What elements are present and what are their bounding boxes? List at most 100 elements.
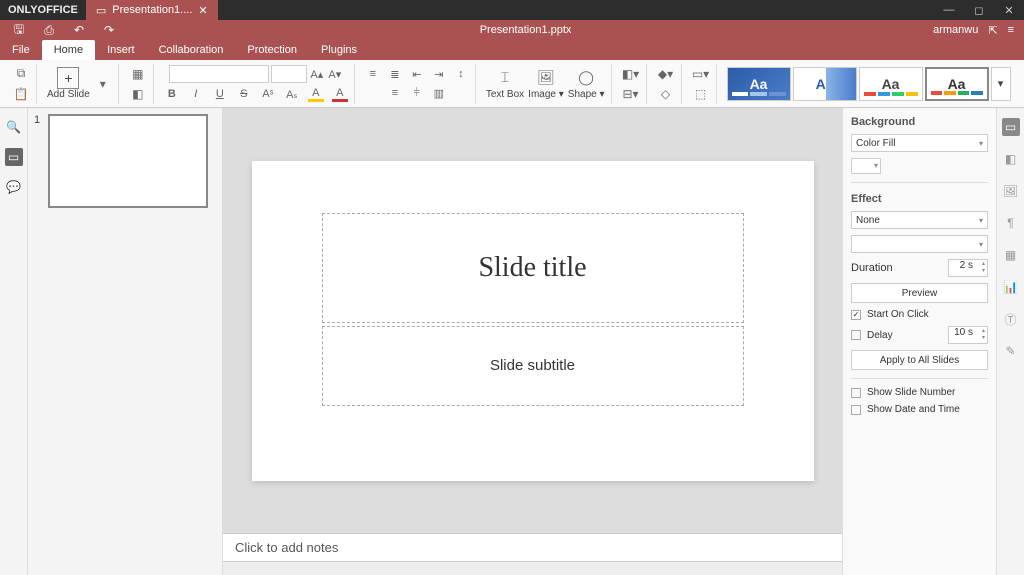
- add-slide-button[interactable]: + Add Slide: [47, 67, 90, 100]
- arrange-icon[interactable]: ◧▾: [622, 65, 640, 83]
- italic-icon[interactable]: I: [188, 86, 204, 102]
- subtitle-placeholder[interactable]: Slide subtitle: [322, 326, 744, 406]
- slide-size-icon[interactable]: ▭▾: [692, 65, 710, 83]
- numbering-icon[interactable]: ≣: [387, 66, 403, 82]
- image-icon: 🖼: [536, 68, 556, 88]
- delay-checkbox[interactable]: Delay: [851, 330, 893, 341]
- copy-icon[interactable]: ⧉: [12, 65, 30, 83]
- tab-collaboration[interactable]: Collaboration: [147, 40, 236, 60]
- editor-area: Slide title Slide subtitle Click to add …: [223, 108, 842, 575]
- paste-icon[interactable]: 📋: [12, 85, 30, 103]
- slide-thumbnail-1[interactable]: [48, 114, 208, 208]
- insert-columns-icon[interactable]: ▥: [431, 85, 447, 101]
- tab-plugins[interactable]: Plugins: [309, 40, 369, 60]
- bullets-icon[interactable]: ≡: [365, 66, 381, 82]
- change-layout-icon[interactable]: ▦: [129, 65, 147, 83]
- theme-4[interactable]: Aa: [925, 67, 989, 101]
- background-color-swatch[interactable]: [851, 158, 881, 174]
- view-settings-icon[interactable]: ≡: [1008, 24, 1014, 36]
- title-bar: ONLYOFFICE ▭ Presentation1.... ✕ — ◻ ✕: [0, 0, 1024, 20]
- increase-font-icon[interactable]: A▴: [309, 66, 325, 82]
- ribbon: ⧉ 📋 + Add Slide ▾ ▦ ◧ A▴ A▾ B I U S Aˢ A…: [0, 60, 1024, 108]
- slides-pane-icon[interactable]: ▭: [5, 148, 23, 166]
- apply-all-button[interactable]: Apply to All Slides: [851, 350, 988, 370]
- effect-subtype-select[interactable]: ▾: [851, 235, 988, 253]
- highlight-color-icon[interactable]: A: [308, 86, 324, 102]
- font-name-input[interactable]: [169, 65, 269, 83]
- delay-input[interactable]: 10 s: [948, 326, 988, 344]
- align-horizontal-icon[interactable]: ≡: [387, 85, 403, 101]
- underline-icon[interactable]: U: [212, 86, 228, 102]
- left-rail: 🔍 ▭ 💬: [0, 108, 28, 575]
- quick-access-bar: 🖫 ⎙ ↶ ↷ Presentation1.pptx armanwu ⇱ ≡: [0, 20, 1024, 40]
- open-location-icon[interactable]: ⇱: [988, 24, 997, 37]
- image-label: Image ▾: [528, 89, 564, 100]
- theme-gallery-dropdown[interactable]: ▾: [991, 67, 1011, 101]
- find-icon[interactable]: 🔍: [5, 118, 23, 136]
- increase-indent-icon[interactable]: ⇥: [431, 66, 447, 82]
- tab-protection[interactable]: Protection: [235, 40, 309, 60]
- chart-settings-icon[interactable]: 📊: [1002, 278, 1020, 296]
- redo-icon[interactable]: ↷: [100, 21, 118, 39]
- document-tab[interactable]: ▭ Presentation1.... ✕: [86, 0, 218, 20]
- theme-3[interactable]: Aa: [859, 67, 923, 101]
- username-label[interactable]: armanwu: [933, 24, 978, 36]
- show-slide-number-checkbox[interactable]: Show Slide Number: [851, 387, 988, 398]
- tab-insert[interactable]: Insert: [95, 40, 147, 60]
- image-settings-icon[interactable]: 🖼: [1002, 182, 1020, 200]
- textart-settings-icon[interactable]: Ⓣ: [1002, 310, 1020, 328]
- close-tab-icon[interactable]: ✕: [198, 4, 207, 17]
- window-minimize-button[interactable]: —: [934, 4, 964, 16]
- preview-button[interactable]: Preview: [851, 283, 988, 303]
- background-heading: Background: [851, 116, 988, 128]
- shape-settings-icon[interactable]: ◧: [1002, 150, 1020, 168]
- signature-settings-icon[interactable]: ✎: [1002, 342, 1020, 360]
- duration-input[interactable]: 2 s: [948, 259, 988, 277]
- horizontal-scrollbar[interactable]: [223, 561, 842, 575]
- slide-canvas[interactable]: Slide title Slide subtitle: [252, 161, 814, 481]
- line-spacing-icon[interactable]: ↕: [453, 66, 469, 82]
- save-icon[interactable]: 🖫: [10, 21, 28, 39]
- align-vertical-icon[interactable]: ⫩: [409, 85, 425, 101]
- reset-icon[interactable]: ◧: [129, 85, 147, 103]
- image-button[interactable]: 🖼 Image ▾: [528, 68, 564, 100]
- select-all-icon[interactable]: ⬚: [692, 85, 710, 103]
- document-tab-label: Presentation1....: [112, 4, 192, 16]
- textbox-button[interactable]: ⌶ Text Box: [486, 68, 524, 100]
- title-placeholder[interactable]: Slide title: [322, 213, 744, 323]
- font-size-input[interactable]: [271, 65, 307, 83]
- bold-icon[interactable]: B: [164, 86, 180, 102]
- plus-icon: +: [57, 67, 79, 89]
- shape-button[interactable]: ◯ Shape ▾: [568, 68, 605, 100]
- slide-layout-dropdown-icon[interactable]: ▾: [94, 75, 112, 93]
- checkbox-icon: [851, 405, 861, 415]
- slide-settings-icon[interactable]: ▭: [1002, 118, 1020, 136]
- align-objects-icon[interactable]: ⊟▾: [622, 85, 640, 103]
- window-maximize-button[interactable]: ◻: [964, 4, 994, 17]
- decrease-font-icon[interactable]: A▾: [327, 66, 343, 82]
- subscript-icon[interactable]: Aₛ: [284, 86, 300, 102]
- strike-icon[interactable]: S: [236, 86, 252, 102]
- shape-fill-icon[interactable]: ◆▾: [657, 65, 675, 83]
- comments-icon[interactable]: 💬: [5, 178, 23, 196]
- effect-select[interactable]: None▾: [851, 211, 988, 229]
- table-settings-icon[interactable]: ▦: [1002, 246, 1020, 264]
- tab-file[interactable]: File: [0, 40, 42, 60]
- theme-1[interactable]: Aa: [727, 67, 791, 101]
- notes-area[interactable]: Click to add notes: [223, 533, 842, 561]
- superscript-icon[interactable]: Aˢ: [260, 86, 276, 102]
- clear-style-icon[interactable]: ◇: [657, 85, 675, 103]
- start-on-click-checkbox[interactable]: ✓ Start On Click: [851, 309, 988, 320]
- window-close-button[interactable]: ✕: [994, 4, 1024, 17]
- paragraph-settings-icon[interactable]: ¶: [1002, 214, 1020, 232]
- font-color-icon[interactable]: A: [332, 86, 348, 102]
- background-fill-select[interactable]: Color Fill▾: [851, 134, 988, 152]
- undo-icon[interactable]: ↶: [70, 21, 88, 39]
- print-icon[interactable]: ⎙: [40, 21, 58, 39]
- canvas-wrap[interactable]: Slide title Slide subtitle: [223, 108, 842, 533]
- shape-icon: ◯: [576, 68, 596, 88]
- show-date-time-checkbox[interactable]: Show Date and Time: [851, 404, 988, 415]
- theme-2[interactable]: Aa: [793, 67, 857, 101]
- decrease-indent-icon[interactable]: ⇤: [409, 66, 425, 82]
- tab-home[interactable]: Home: [42, 40, 95, 60]
